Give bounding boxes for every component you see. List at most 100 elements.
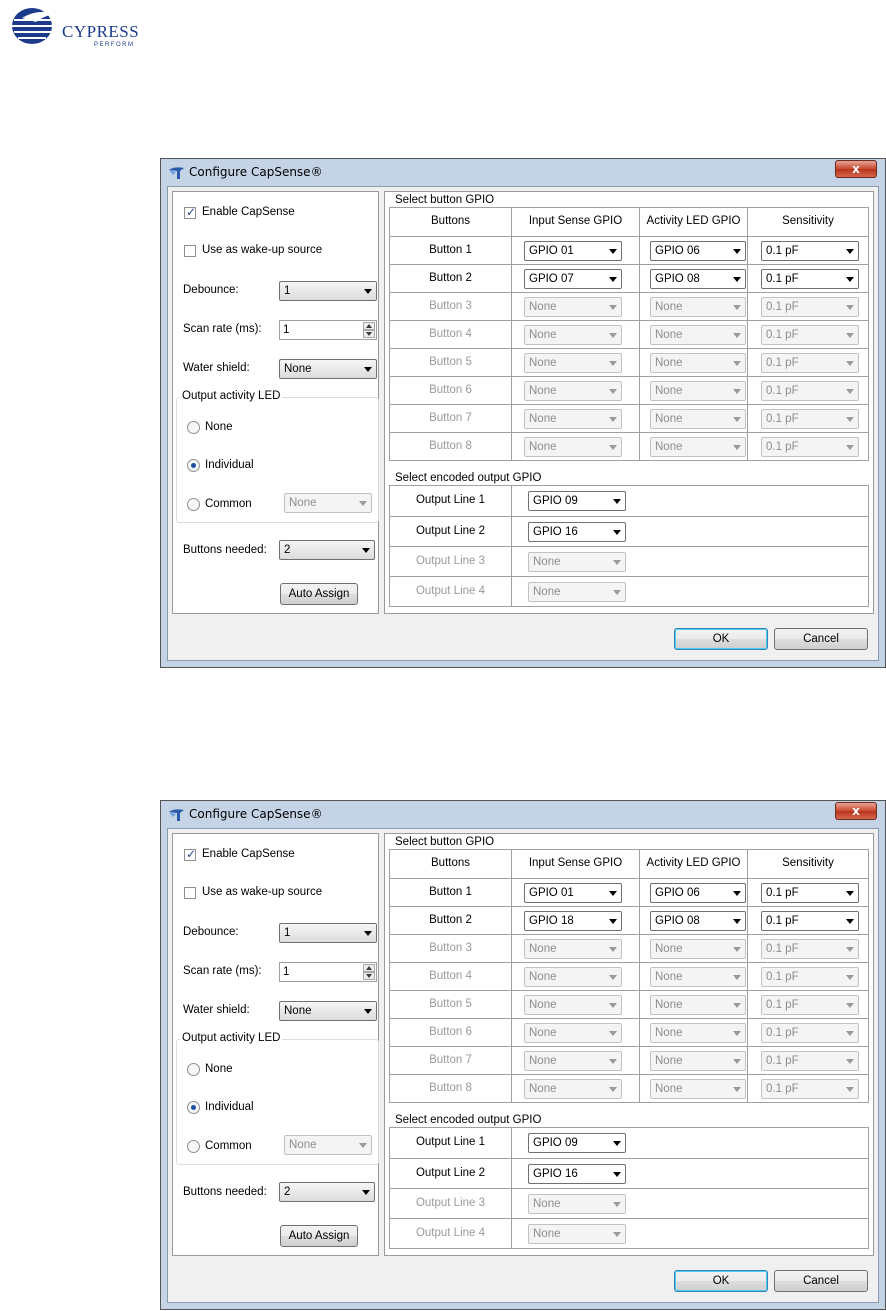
gpio-dropdown[interactable]: GPIO 01 [524,883,622,903]
gpio-dropdown[interactable]: GPIO 09 [528,1133,626,1153]
gpio-dropdown[interactable]: 0.1 pF [761,1023,859,1043]
gpio-dropdown[interactable]: 0.1 pF [761,353,859,373]
gpio-dropdown[interactable]: None [650,967,746,987]
gpio-dropdown[interactable]: None [650,437,746,457]
gpio-dropdown[interactable]: None [524,995,622,1015]
water-shield-dropdown[interactable]: None [279,359,377,379]
scan-rate-spinner[interactable]: 1 [279,962,377,982]
wake-up-source-checkbox[interactable] [184,887,196,899]
gpio-dropdown[interactable]: 0.1 pF [761,437,859,457]
gpio-dropdown[interactable]: GPIO 08 [650,911,746,931]
led-common-radio[interactable] [187,1140,200,1153]
buttons-needed-dropdown[interactable]: 2 [279,1182,375,1202]
gpio-dropdown[interactable]: None [524,1023,622,1043]
gpio-dropdown[interactable]: None [524,297,622,317]
gpio-dropdown[interactable]: None [524,353,622,373]
wake-up-source-checkbox[interactable] [184,245,196,257]
ok-button[interactable]: OK [674,1270,768,1292]
gpio-dropdown[interactable]: None [528,1194,626,1214]
gpio-dropdown[interactable]: None [650,353,746,373]
gpio-dropdown[interactable]: None [524,967,622,987]
gpio-dropdown[interactable]: None [650,1079,746,1099]
output-line-gpio-cell: None [511,577,870,606]
gpio-dropdown[interactable]: None [650,1023,746,1043]
debounce-dropdown[interactable]: 1 [279,281,377,301]
output-line-gpio-cell: None [511,547,870,576]
gpio-dropdown[interactable]: None [524,1051,622,1071]
cancel-button[interactable]: Cancel [774,628,868,650]
common-led-dropdown[interactable]: None [284,493,372,513]
gpio-dropdown[interactable]: 0.1 pF [761,883,859,903]
buttons-needed-dropdown[interactable]: 2 [279,540,375,560]
led-none-radio[interactable] [187,1063,200,1076]
gpio-dropdown[interactable]: 0.1 pF [761,911,859,931]
gpio-dropdown[interactable]: 0.1 pF [761,297,859,317]
close-button[interactable]: x [835,160,877,178]
gpio-dropdown[interactable]: 0.1 pF [761,1051,859,1071]
gpio-dropdown[interactable]: None [524,437,622,457]
enable-capsense-checkbox[interactable]: ✓ [184,205,196,219]
common-led-dropdown[interactable]: None [284,1135,372,1155]
gpio-dropdown[interactable]: GPIO 18 [524,911,622,931]
gpio-dropdown[interactable]: None [528,1224,626,1244]
gpio-dropdown[interactable]: None [650,1051,746,1071]
spin-down-icon[interactable] [363,330,375,338]
led-individual-radio[interactable] [187,1101,200,1114]
led-individual-radio[interactable] [187,459,200,472]
gpio-dropdown[interactable]: GPIO 06 [650,883,746,903]
button-gpio-table: Buttons Input Sense GPIO Activity LED GP… [389,207,869,461]
gpio-dropdown[interactable]: None [524,325,622,345]
gpio-dropdown[interactable]: 0.1 pF [761,409,859,429]
gpio-dropdown[interactable]: GPIO 01 [524,241,622,261]
gpio-dropdown[interactable]: None [528,582,626,602]
gpio-dropdown[interactable]: 0.1 pF [761,325,859,345]
close-button[interactable]: x [835,802,877,820]
gpio-dropdown[interactable]: None [524,409,622,429]
led-none-radio[interactable] [187,421,200,434]
gpio-dropdown[interactable]: 0.1 pF [761,1079,859,1099]
sensitivity-cell: 0.1 pF [747,935,868,962]
gpio-dropdown[interactable]: GPIO 08 [650,269,746,289]
gpio-dropdown[interactable]: None [524,939,622,959]
gpio-dropdown[interactable]: None [650,939,746,959]
led-common-radio[interactable] [187,498,200,511]
gpio-dropdown[interactable]: 0.1 pF [761,939,859,959]
sensitivity-cell: 0.1 pF [747,321,868,348]
activity-led-cell: None [639,405,747,432]
gpio-dropdown[interactable]: 0.1 pF [761,269,859,289]
chevron-down-icon [733,417,741,422]
spin-up-icon[interactable] [363,964,375,972]
gpio-dropdown[interactable]: 0.1 pF [761,967,859,987]
gpio-dropdown[interactable]: GPIO 16 [528,1164,626,1184]
gpio-dropdown[interactable]: None [524,381,622,401]
gpio-dropdown[interactable]: None [650,297,746,317]
gpio-dropdown-value: None [655,385,683,397]
gpio-dropdown[interactable]: None [528,552,626,572]
gpio-dropdown[interactable]: GPIO 06 [650,241,746,261]
gpio-dropdown[interactable]: None [650,409,746,429]
water-shield-dropdown[interactable]: None [279,1001,377,1021]
gpio-dropdown[interactable]: None [650,381,746,401]
enable-capsense-checkbox[interactable]: ✓ [184,847,196,861]
gpio-dropdown[interactable]: None [650,995,746,1015]
chevron-down-icon [364,931,372,936]
spin-down-icon[interactable] [363,972,375,980]
gpio-dropdown[interactable]: GPIO 16 [528,522,626,542]
spin-up-icon[interactable] [363,322,375,330]
gpio-dropdown[interactable]: None [650,325,746,345]
column-header-label: Activity LED GPIO [646,215,741,227]
cancel-button[interactable]: Cancel [774,1270,868,1292]
gpio-dropdown[interactable]: None [524,1079,622,1099]
gpio-dropdown[interactable]: 0.1 pF [761,995,859,1015]
output-line-name-cell: Output Line 4 [390,577,511,606]
scan-rate-spinner[interactable]: 1 [279,320,377,340]
gpio-dropdown[interactable]: 0.1 pF [761,381,859,401]
gpio-dropdown[interactable]: 0.1 pF [761,241,859,261]
gpio-dropdown[interactable]: GPIO 09 [528,491,626,511]
ok-button[interactable]: OK [674,628,768,650]
auto-assign-button[interactable]: Auto Assign [280,583,358,605]
debounce-dropdown[interactable]: 1 [279,923,377,943]
chevron-down-icon [362,1190,370,1195]
gpio-dropdown[interactable]: GPIO 07 [524,269,622,289]
auto-assign-button[interactable]: Auto Assign [280,1225,358,1247]
